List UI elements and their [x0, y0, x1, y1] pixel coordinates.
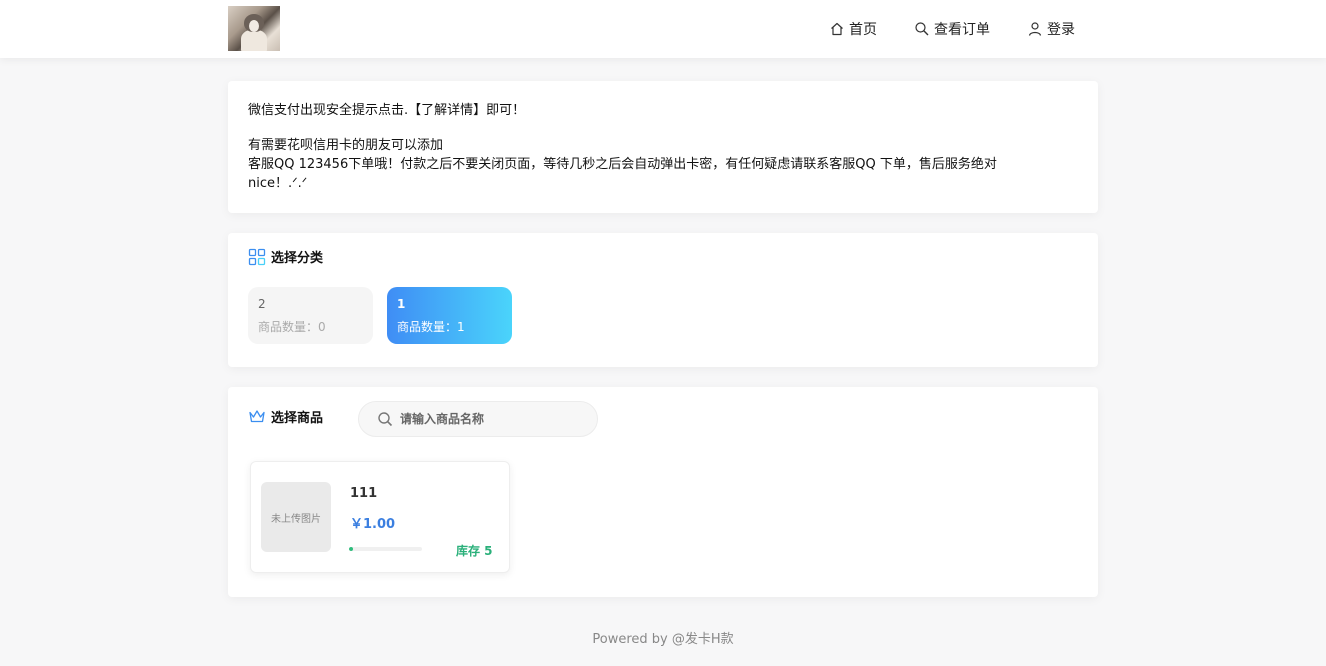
category-grid-icon: [248, 248, 266, 266]
category-section-title: 选择分类: [248, 247, 323, 266]
category-name: 1: [397, 297, 406, 311]
site-logo[interactable]: [228, 6, 280, 51]
search-icon: [914, 21, 930, 37]
product-thumb-text: 未上传图片: [271, 513, 321, 525]
product-thumbnail: 未上传图片: [261, 482, 331, 552]
nav-orders[interactable]: 查看订单: [914, 0, 990, 58]
top-header: 首页 查看订单 登录: [0, 0, 1326, 58]
category-item-1[interactable]: 1 商品数量：1: [387, 287, 512, 344]
product-price: ￥1.00: [350, 517, 396, 532]
product-name: 111: [350, 486, 378, 501]
product-card[interactable]: 未上传图片 111 ￥1.00 库存 5: [250, 461, 510, 573]
notice-card: 微信支付出现安全提示点击.【了解详情】即可！ 有需要花呗信用卡的朋友可以添加 客…: [228, 81, 1098, 213]
stock-progress-fill: [349, 547, 353, 551]
search-icon: [377, 411, 393, 427]
goods-section-title: 选择商品: [248, 407, 323, 426]
category-count: 商品数量：0: [258, 320, 326, 334]
goods-title-text: 选择商品: [271, 411, 324, 426]
nav-home-label: 首页: [849, 22, 877, 38]
nav-login-label: 登录: [1047, 22, 1075, 38]
category-card: 选择分类 2 商品数量：0 1 商品数量：1: [228, 233, 1098, 367]
category-title-text: 选择分类: [271, 251, 324, 266]
product-stock: 库存 5: [456, 544, 493, 558]
notice-line-2: 有需要花呗信用卡的朋友可以添加: [248, 138, 444, 153]
crown-icon: [248, 408, 266, 426]
nav-login[interactable]: 登录: [1027, 0, 1075, 58]
home-icon: [829, 21, 845, 37]
notice-line-1: 微信支付出现安全提示点击.【了解详情】即可！: [248, 103, 526, 118]
user-icon: [1027, 21, 1043, 37]
category-count: 商品数量：1: [397, 320, 465, 334]
nav-orders-label: 查看订单: [934, 22, 990, 38]
category-name: 2: [258, 297, 266, 311]
goods-card: 选择商品 未上传图片 111 ￥1.00 库存 5: [228, 387, 1098, 597]
notice-line-4: nice！.ᐟ.ᐟ: [248, 176, 308, 191]
notice-line-3: 客服QQ 123456下单哦！付款之后不要关闭页面，等待几秒之后会自动弹出卡密，…: [248, 157, 997, 172]
goods-search-box[interactable]: [358, 401, 598, 437]
stock-progress-bar: [349, 547, 422, 551]
footer-powered-by: Powered by @发卡H款: [592, 632, 734, 647]
goods-search-input[interactable]: [400, 412, 580, 426]
category-item-2[interactable]: 2 商品数量：0: [248, 287, 373, 344]
nav-home[interactable]: 首页: [829, 0, 877, 58]
